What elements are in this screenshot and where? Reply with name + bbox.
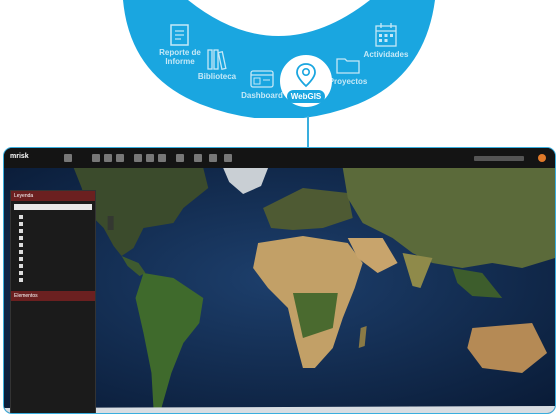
legend-layer-item[interactable] <box>11 269 95 276</box>
calendar-icon <box>375 23 397 47</box>
menu-label-dashboard: Dashboard <box>241 91 283 100</box>
menu-item-dashboard[interactable]: Dashboard <box>237 69 287 100</box>
toolbar-icon[interactable] <box>224 154 232 162</box>
elements-tree-item[interactable] <box>11 336 95 343</box>
toolbar-icon[interactable] <box>158 154 166 162</box>
user-menu[interactable] <box>474 156 524 161</box>
toolbar-icon[interactable] <box>146 154 154 162</box>
elements-header[interactable]: Elementos <box>11 291 95 301</box>
connector-line <box>307 116 309 148</box>
menu-item-proyectos[interactable]: Proyectos <box>326 55 370 86</box>
legend-layer-item[interactable] <box>11 213 95 220</box>
books-icon <box>207 49 227 70</box>
toolbar-icon[interactable] <box>92 154 100 162</box>
legend-header[interactable]: Leyenda <box>11 191 95 201</box>
toolbar-icon[interactable] <box>194 154 202 162</box>
folder-icon <box>336 58 360 74</box>
legend-layer-item[interactable] <box>11 262 95 269</box>
app-logo: mrisk <box>10 153 29 160</box>
menu-label-actividades: Actividades <box>363 50 409 59</box>
app-toolbar: mrisk <box>4 148 555 168</box>
layers-panel: Leyenda Elementos <box>10 190 96 413</box>
dashboard-icon <box>250 70 274 88</box>
toolbar-icon[interactable] <box>209 154 217 162</box>
legend-search-input[interactable] <box>14 204 92 210</box>
elements-tree-item[interactable] <box>11 322 95 329</box>
legend-layer-item[interactable] <box>11 220 95 227</box>
toolbar-icon[interactable] <box>116 154 124 162</box>
navigation-arc <box>123 0 435 118</box>
legend-layer-item[interactable] <box>11 248 95 255</box>
legend-layer-item[interactable] <box>11 276 95 283</box>
map-pin-icon <box>296 63 316 88</box>
toolbar-icon[interactable] <box>64 154 72 162</box>
report-icon <box>170 24 189 46</box>
zoom-control <box>107 216 114 230</box>
elements-tree-item[interactable] <box>11 329 95 336</box>
webgis-screenshot-frame: mrisk Leyenda Elementos <box>3 147 556 414</box>
legend-layer-item[interactable] <box>11 255 95 262</box>
menu-label-biblioteca: Biblioteca <box>197 72 237 81</box>
legend-layer-item[interactable] <box>11 234 95 241</box>
toolbar-icon[interactable] <box>134 154 142 162</box>
toolbar-icon[interactable] <box>104 154 112 162</box>
legend-layer-item[interactable] <box>11 241 95 248</box>
elements-tree-item[interactable] <box>11 301 95 308</box>
elements-tree-item[interactable] <box>11 315 95 322</box>
legend-layer-item[interactable] <box>11 227 95 234</box>
toolbar-icon[interactable] <box>176 154 184 162</box>
menu-item-biblioteca[interactable]: Biblioteca <box>192 48 242 81</box>
elements-tree-item[interactable] <box>11 308 95 315</box>
menu-label-proyectos: Proyectos <box>328 77 368 86</box>
notification-icon[interactable] <box>538 154 546 162</box>
menu-label-webgis: WebGIS <box>286 90 326 103</box>
menu-item-actividades[interactable]: Actividades <box>360 22 412 59</box>
menu-item-webgis[interactable]: WebGIS <box>284 62 328 103</box>
